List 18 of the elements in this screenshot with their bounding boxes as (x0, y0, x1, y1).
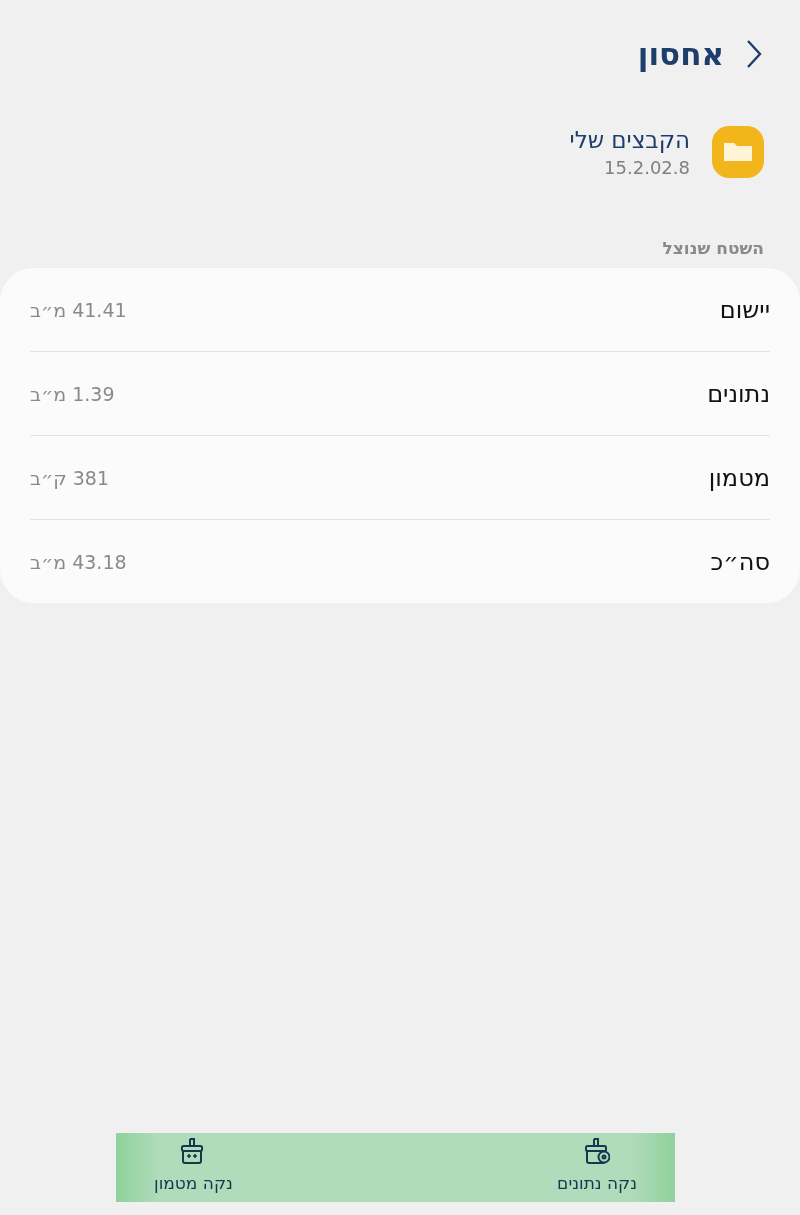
usage-value: 381 ק״ב (30, 466, 109, 489)
app-version: 15.2.02.8 (603, 156, 690, 178)
usage-label: נתונים (707, 379, 770, 408)
back-icon (746, 39, 762, 69)
usage-value: 43.18 מ״ב (30, 550, 127, 573)
usage-label: סה״כ (710, 547, 770, 576)
usage-label: יישום (719, 295, 770, 324)
brush-clock-icon (584, 1137, 611, 1165)
clear-button[interactable]: נקה מטמון (116, 1133, 271, 1202)
usage-value: 1.39 מ״ב (30, 382, 115, 405)
app-name: הקבצים שלי (569, 126, 690, 153)
usage-label: מטמון (708, 463, 770, 492)
page-title: אחסון (637, 36, 724, 72)
back-button[interactable] (746, 39, 762, 69)
usage-value: 41.41 מ״ב (30, 298, 127, 321)
clear-button[interactable]: נקה נתונים (519, 1133, 675, 1202)
folder-app-icon (712, 126, 764, 178)
section-label: השטח שנוצל (661, 237, 765, 260)
